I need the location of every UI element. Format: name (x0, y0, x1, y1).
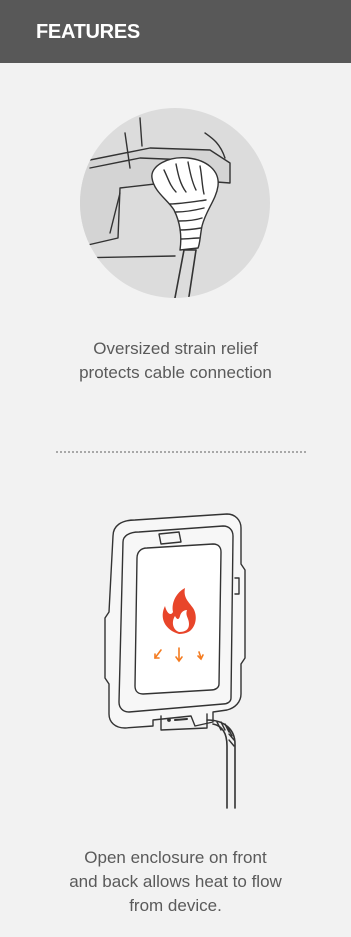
features-header: FEATURES (0, 0, 351, 63)
caption-line: and back allows heat to flow (69, 872, 282, 891)
features-panel: FEATURES Oversized strain relief protect… (0, 0, 351, 937)
strain-relief-illustration (80, 108, 270, 298)
caption-line: protects cable connection (79, 363, 272, 382)
features-title: FEATURES (36, 21, 140, 43)
feature-caption-strain-relief: Oversized strain relief protects cable c… (20, 337, 331, 385)
caption-line: Oversized strain relief (93, 339, 258, 358)
open-enclosure-illustration (104, 513, 246, 809)
caption-line: from device. (129, 896, 222, 915)
caption-line: Open enclosure on front (84, 848, 267, 867)
dotted-divider (56, 451, 306, 453)
feature-caption-open-enclosure: Open enclosure on front and back allows … (20, 846, 331, 918)
